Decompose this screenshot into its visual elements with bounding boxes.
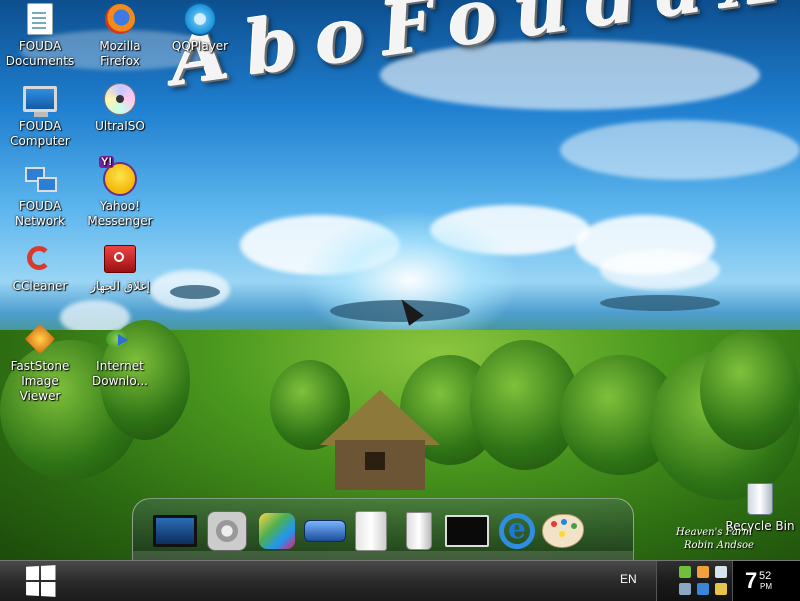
tray-network-icon[interactable] [679, 566, 691, 578]
desktop-icon-faststone[interactable]: FastStone Image Viewer [0, 322, 80, 404]
dock-item-settings[interactable] [205, 509, 249, 553]
taskbar-clock[interactable]: 7 52 PM [732, 561, 800, 601]
tray-window-icon[interactable] [715, 566, 727, 578]
tray-app-icon[interactable] [697, 583, 709, 595]
system-tray [656, 561, 733, 601]
dock-item-internet-explorer[interactable] [495, 509, 539, 553]
desktop-icon-label: FOUDA Documents [5, 39, 75, 68]
clock-ampm: PM [760, 582, 772, 591]
wallpaper-house [320, 390, 440, 490]
yahoo-messenger-icon [99, 156, 137, 196]
desktop-icon-fouda-network[interactable]: FOUDA Network [0, 162, 80, 229]
desktop-icon-mozilla-firefox[interactable]: Mozilla Firefox [80, 2, 160, 69]
desktop-icon-fouda-computer[interactable]: FOUDA Computer [0, 82, 80, 149]
wallpaper-watermark: Heaven's Farm Robin Andsoe [676, 526, 754, 552]
network-icon [23, 162, 57, 196]
dock-item-photo-gallery[interactable] [255, 509, 299, 553]
monitor-icon [153, 515, 197, 547]
desktop-icon-qqplayer[interactable]: QQPlayer [160, 2, 240, 54]
documents-icon [23, 2, 57, 36]
trash-icon [406, 512, 432, 550]
desktop-icon-label: FOUDA Network [14, 199, 66, 228]
faststone-icon [23, 322, 57, 356]
clock-minute: 52 [759, 570, 772, 582]
desktop-icon-label: FOUDA Computer [10, 119, 70, 148]
watermark-line: Robin Andsoe [684, 540, 754, 551]
desktop-icon-label: Mozilla Firefox [99, 39, 141, 68]
desktop-icon-label: QQPlayer [171, 39, 229, 53]
drive-icon [304, 520, 346, 542]
photo-gallery-icon [259, 513, 295, 549]
display-icon [445, 515, 489, 547]
dock-item-monitor[interactable] [153, 509, 197, 553]
desktop-icon-label: Yahoo! Messenger [87, 199, 153, 228]
dock-bar [132, 498, 634, 562]
desktop-icon-yahoo-messenger[interactable]: Yahoo! Messenger [80, 156, 160, 229]
download-manager-icon [103, 322, 137, 356]
language-indicator[interactable]: EN [620, 572, 637, 586]
settings-icon [207, 511, 247, 551]
dock-item-drive[interactable] [303, 509, 347, 553]
firefox-icon [103, 2, 137, 36]
desktop-icon-fouda-documents[interactable]: FOUDA Documents [0, 2, 80, 69]
windows-logo-icon [26, 565, 56, 597]
desktop-icon-ccleaner[interactable]: CCleaner [0, 242, 80, 294]
hard-disk-icon [355, 511, 387, 551]
paint-palette-icon [542, 514, 584, 548]
recycle-bin-icon [743, 482, 777, 516]
power-icon [103, 242, 137, 276]
dock-item-paint-palette[interactable] [541, 509, 585, 553]
tray-volume-icon[interactable] [679, 583, 691, 595]
desktop-icon-internet-download-manager[interactable]: Internet Downlo... [80, 322, 160, 389]
desktop-icon-label: إغلاق الجهاز [90, 279, 150, 293]
internet-explorer-icon [499, 512, 535, 549]
tray-wand-icon[interactable] [715, 583, 727, 595]
computer-icon [23, 82, 57, 117]
start-button[interactable] [20, 565, 60, 597]
dock-item-hard-disk[interactable] [349, 509, 393, 553]
desktop-icon-label: CCleaner [12, 279, 68, 293]
tray-s-icon[interactable] [697, 566, 709, 578]
desktop-icon-shutdown[interactable]: إغلاق الجهاز [80, 242, 160, 294]
dock-item-display[interactable] [445, 509, 489, 553]
disc-icon [103, 82, 137, 116]
ccleaner-icon [23, 242, 57, 276]
desktop-icon-label: UltraISO [95, 119, 145, 133]
desktop-icon-label: FastStone Image Viewer [10, 359, 70, 403]
desktop-icon-ultraiso[interactable]: UltraISO [80, 82, 160, 134]
desktop-icon-label: Internet Downlo... [92, 359, 148, 388]
dock-item-trash[interactable] [397, 509, 441, 553]
qqplayer-icon [183, 2, 217, 36]
watermark-line: Heaven's Farm [676, 527, 753, 538]
clock-hour: 7 [745, 568, 758, 593]
taskbar: EN 7 52 PM [0, 560, 800, 601]
